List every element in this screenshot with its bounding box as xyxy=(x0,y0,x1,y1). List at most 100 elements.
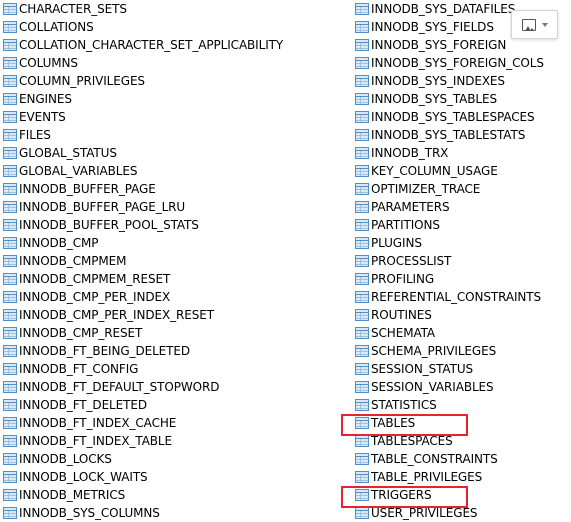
table-item[interactable]: PARAMETERS xyxy=(352,198,571,216)
table-name: INNODB_LOCKS xyxy=(19,452,112,466)
table-name: INNODB_BUFFER_PAGE_LRU xyxy=(19,200,186,214)
table-name: INNODB_SYS_TABLESTATS xyxy=(371,128,526,142)
table-item[interactable]: INNODB_FT_CONFIG xyxy=(0,360,345,378)
table-name: INNODB_CMP_PER_INDEX_RESET xyxy=(19,308,214,322)
table-name: INNODB_BUFFER_POOL_STATS xyxy=(19,218,199,232)
table-item[interactable]: INNODB_FT_INDEX_TABLE xyxy=(0,432,345,450)
table-icon xyxy=(3,507,17,519)
table-item[interactable]: INNODB_CMP_PER_INDEX xyxy=(0,288,345,306)
table-item[interactable]: INNODB_CMP_RESET xyxy=(0,324,345,342)
table-item[interactable]: ENGINES xyxy=(0,90,345,108)
table-item[interactable]: SESSION_STATUS xyxy=(352,360,571,378)
table-name: TABLES xyxy=(371,416,416,430)
table-item[interactable]: INNODB_SYS_FOREIGN_COLS xyxy=(352,54,571,72)
table-item[interactable]: FILES xyxy=(0,126,345,144)
table-item[interactable]: TABLE_CONSTRAINTS xyxy=(352,450,571,468)
table-name: CHARACTER_SETS xyxy=(19,2,127,16)
table-item[interactable]: INNODB_BUFFER_POOL_STATS xyxy=(0,216,345,234)
table-item[interactable]: GLOBAL_STATUS xyxy=(0,144,345,162)
table-icon xyxy=(3,201,17,213)
table-name: INNODB_SYS_TABLESPACES xyxy=(371,110,535,124)
table-item[interactable]: COLLATIONS xyxy=(0,18,345,36)
table-name: INNODB_SYS_DATAFILES xyxy=(371,2,516,16)
table-icon xyxy=(355,75,369,87)
table-item[interactable]: INNODB_SYS_INDEXES xyxy=(352,72,571,90)
table-item[interactable]: CHARACTER_SETS xyxy=(0,0,345,18)
table-item[interactable]: SCHEMATA xyxy=(352,324,571,342)
table-name: GLOBAL_VARIABLES xyxy=(19,164,138,178)
table-item[interactable]: INNODB_CMP_PER_INDEX_RESET xyxy=(0,306,345,324)
table-item[interactable]: PLUGINS xyxy=(352,234,571,252)
image-icon xyxy=(521,18,536,31)
table-name: INNODB_SYS_COLUMNS xyxy=(19,506,160,520)
table-item[interactable]: GLOBAL_VARIABLES xyxy=(0,162,345,180)
table-icon xyxy=(355,39,369,51)
table-item[interactable]: PARTITIONS xyxy=(352,216,571,234)
table-item[interactable]: OPTIMIZER_TRACE xyxy=(352,180,571,198)
table-item[interactable]: INNODB_LOCKS xyxy=(0,450,345,468)
table-item[interactable]: REFERENTIAL_CONSTRAINTS xyxy=(352,288,571,306)
table-item[interactable]: STATISTICS xyxy=(352,396,571,414)
table-item[interactable]: PROFILING xyxy=(352,270,571,288)
table-item[interactable]: INNODB_METRICS xyxy=(0,486,345,504)
table-item[interactable]: SCHEMA_PRIVILEGES xyxy=(352,342,571,360)
table-item[interactable]: INNODB_SYS_TABLESTATS xyxy=(352,126,571,144)
table-name: INNODB_TRX xyxy=(371,146,449,160)
table-item[interactable]: INNODB_TRX xyxy=(352,144,571,162)
table-icon xyxy=(355,381,369,393)
table-name: USER_PRIVILEGES xyxy=(371,506,478,520)
table-name: SESSION_STATUS xyxy=(371,362,474,376)
table-icon xyxy=(355,183,369,195)
table-name: INNODB_CMPMEM xyxy=(19,254,127,268)
table-item[interactable]: KEY_COLUMN_USAGE xyxy=(352,162,571,180)
table-name: PARTITIONS xyxy=(371,218,440,232)
table-icon xyxy=(355,273,369,285)
table-icon xyxy=(355,219,369,231)
table-icon xyxy=(3,345,17,357)
table-item[interactable]: COLLATION_CHARACTER_SET_APPLICABILITY xyxy=(0,36,345,54)
table-icon xyxy=(3,147,17,159)
table-item[interactable]: INNODB_FT_BEING_DELETED xyxy=(0,342,345,360)
table-item[interactable]: EVENTS xyxy=(0,108,345,126)
table-name: INNODB_SYS_INDEXES xyxy=(371,74,505,88)
image-tool-button[interactable] xyxy=(511,10,558,39)
table-item[interactable]: INNODB_CMP xyxy=(0,234,345,252)
table-icon xyxy=(3,489,17,501)
table-item[interactable]: INNODB_FT_DELETED xyxy=(0,396,345,414)
table-item[interactable]: INNODB_BUFFER_PAGE_LRU xyxy=(0,198,345,216)
table-icon xyxy=(3,39,17,51)
table-name: COLLATIONS xyxy=(19,20,94,34)
table-item[interactable]: INNODB_CMPMEM_RESET xyxy=(0,270,345,288)
table-item[interactable]: COLUMNS xyxy=(0,54,345,72)
table-item[interactable]: USER_PRIVILEGES xyxy=(352,504,571,522)
table-icon xyxy=(3,75,17,87)
table-item[interactable]: TRIGGERS xyxy=(352,486,571,504)
table-icon xyxy=(3,363,17,375)
table-item[interactable]: COLUMN_PRIVILEGES xyxy=(0,72,345,90)
table-icon xyxy=(355,237,369,249)
table-item[interactable]: TABLE_PRIVILEGES xyxy=(352,468,571,486)
table-icon xyxy=(355,21,369,33)
table-item[interactable]: PROCESSLIST xyxy=(352,252,571,270)
table-item[interactable]: TABLES xyxy=(352,414,571,432)
table-name: COLUMN_PRIVILEGES xyxy=(19,74,145,88)
table-name: GLOBAL_STATUS xyxy=(19,146,117,160)
table-name: INNODB_SYS_FIELDS xyxy=(371,20,494,34)
table-item[interactable]: INNODB_SYS_COLUMNS xyxy=(0,504,345,522)
table-item[interactable]: INNODB_FT_INDEX_CACHE xyxy=(0,414,345,432)
table-name: INNODB_FT_CONFIG xyxy=(19,362,139,376)
table-item[interactable]: INNODB_SYS_TABLES xyxy=(352,90,571,108)
table-item[interactable]: INNODB_CMPMEM xyxy=(0,252,345,270)
chevron-down-icon xyxy=(541,22,548,27)
table-item[interactable]: INNODB_BUFFER_PAGE xyxy=(0,180,345,198)
table-item[interactable]: SESSION_VARIABLES xyxy=(352,378,571,396)
table-icon xyxy=(355,165,369,177)
table-icon xyxy=(355,201,369,213)
table-item[interactable]: TABLESPACES xyxy=(352,432,571,450)
table-item[interactable]: INNODB_SYS_TABLESPACES xyxy=(352,108,571,126)
table-item[interactable]: ROUTINES xyxy=(352,306,571,324)
table-item[interactable]: INNODB_FT_DEFAULT_STOPWORD xyxy=(0,378,345,396)
table-icon xyxy=(3,255,17,267)
table-item[interactable]: INNODB_LOCK_WAITS xyxy=(0,468,345,486)
table-name: INNODB_CMPMEM_RESET xyxy=(19,272,171,286)
